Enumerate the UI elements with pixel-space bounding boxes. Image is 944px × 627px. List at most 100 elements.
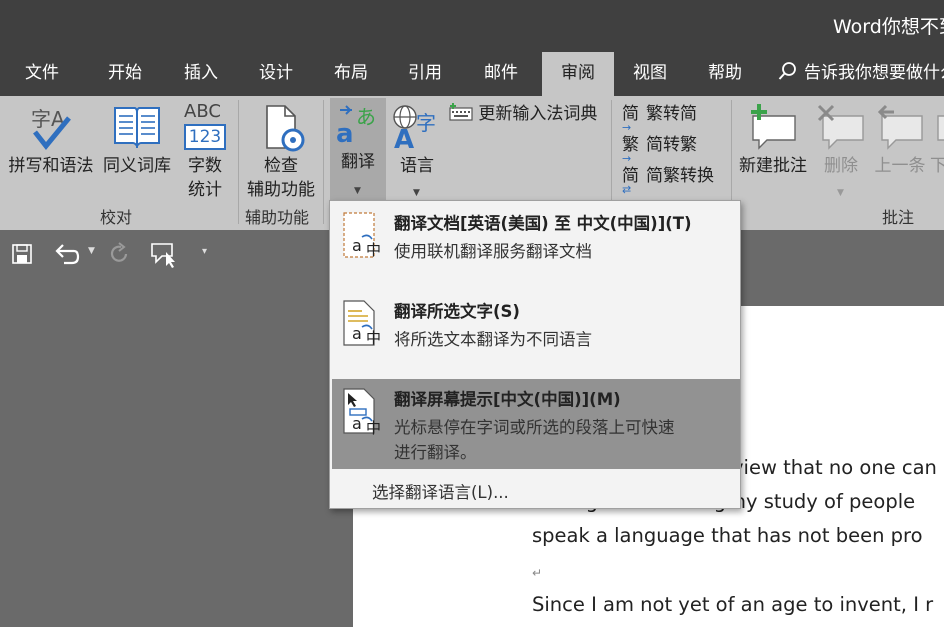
previous-label: 上一条 bbox=[874, 156, 926, 176]
translate-dropdown-icon: ▼ bbox=[354, 186, 361, 196]
translate-icon-letter: a bbox=[336, 119, 354, 149]
delete-dropdown-icon: ▼ bbox=[837, 188, 844, 198]
paragraph-mark: ↵ bbox=[532, 566, 543, 580]
doc-line-1: view that no one can bbox=[732, 456, 937, 479]
language-label: 语言 bbox=[400, 156, 434, 176]
delete-comment-button[interactable]: 删除 ▼ bbox=[815, 100, 867, 200]
svg-text:字: 字 bbox=[416, 111, 436, 135]
translate-document-icon: a 中 bbox=[343, 212, 381, 259]
menu-item-translate-selection[interactable]: a 中 翻译所选文字(S) 将所选文本翻译为不同语言 bbox=[332, 291, 740, 379]
menu-item-desc-line-2: 进行翻译。 bbox=[394, 443, 477, 462]
trad-to-simp-button[interactable]: 简 → 繁转简 bbox=[622, 103, 697, 134]
undo-icon[interactable] bbox=[54, 243, 80, 265]
delete-label: 删除 bbox=[824, 156, 858, 176]
translate-selection-icon: a 中 bbox=[343, 300, 381, 347]
group-separator bbox=[238, 100, 239, 224]
translate-button[interactable]: a あ 翻译 ▼ bbox=[330, 98, 386, 202]
menu-item-translate-screentip[interactable]: a 中 翻译屏幕提示[中文(中国)](M) 光标悬停在字词或所选的段落上可快速 … bbox=[332, 379, 740, 469]
translate-menu: a 中 翻译文档[英语(美国) 至 中文(中国)](T) 使用联机翻译服务翻译文… bbox=[329, 200, 741, 509]
save-icon[interactable] bbox=[12, 244, 32, 264]
thesaurus-label: 同义词库 bbox=[103, 156, 171, 176]
svg-text:A: A bbox=[394, 125, 414, 150]
new-comment-label: 新建批注 bbox=[739, 156, 807, 176]
title-bar: Word你想不到 bbox=[0, 0, 944, 52]
window-title: Word你想不到 bbox=[833, 16, 944, 38]
menu-item-title: 翻译屏幕提示[中文(中国)](M) bbox=[394, 390, 621, 409]
translate-selection-icon-a: a bbox=[352, 324, 362, 343]
menu-item-desc: 将所选文本翻译为不同语言 bbox=[394, 330, 592, 349]
menu-item-desc-line-1: 光标悬停在字词或所选的段落上可快速 bbox=[394, 418, 675, 437]
new-comment-button[interactable]: 新建批注 bbox=[735, 100, 811, 200]
check-accessibility-button[interactable]: 检查 辅助功能 bbox=[243, 100, 319, 200]
word-count-label-2: 统计 bbox=[188, 180, 222, 200]
tell-me-label: 告诉我你想要做什么 bbox=[804, 63, 944, 83]
undo-dropdown-icon[interactable]: ▼ bbox=[88, 246, 95, 256]
spelling-check-icon: 字A bbox=[31, 107, 71, 150]
thesaurus-button[interactable]: 同义词库 bbox=[99, 100, 175, 200]
touch-mode-icon[interactable] bbox=[150, 242, 178, 268]
menu-item-choose-language[interactable]: 选择翻译语言(L)... bbox=[372, 479, 509, 503]
tab-help[interactable]: 帮助 bbox=[708, 52, 742, 96]
translate-document-icon-a: a bbox=[352, 236, 362, 255]
tell-me-search[interactable]: 告诉我你想要做什么 bbox=[778, 52, 944, 96]
translate-screentip-icon-zhong: 中 bbox=[366, 419, 381, 437]
previous-comment-button[interactable]: 上一条 bbox=[870, 100, 930, 200]
doc-line-4: Since I am not yet of an age to invent, … bbox=[532, 593, 934, 616]
group-separator bbox=[323, 100, 324, 224]
simp-to-trad-icon: 繁 → bbox=[622, 135, 639, 165]
tab-references[interactable]: 引用 bbox=[408, 52, 442, 96]
next-comment-button[interactable]: 下 bbox=[930, 100, 944, 200]
translate-selection-icon-zhong: 中 bbox=[366, 329, 381, 347]
next-label: 下 bbox=[930, 156, 944, 176]
tab-home[interactable]: 开始 bbox=[108, 52, 142, 96]
word-count-abc: ABC bbox=[184, 101, 221, 122]
group-label-accessibility: 辅助功能 bbox=[245, 208, 310, 227]
tab-mailings[interactable]: 邮件 bbox=[484, 52, 518, 96]
tab-insert[interactable]: 插入 bbox=[184, 52, 218, 96]
menu-item-desc: 使用联机翻译服务翻译文档 bbox=[394, 242, 592, 261]
simp-to-trad-label: 简转繁 bbox=[646, 135, 697, 155]
accessibility-icon bbox=[266, 105, 305, 152]
menu-item-title: 翻译文档[英语(美国) 至 中文(中国)](T) bbox=[394, 214, 692, 233]
simp-to-trad-button[interactable]: 繁 → 简转繁 bbox=[622, 134, 697, 165]
update-ime-dictionary-button[interactable]: 更新输入法词典 bbox=[449, 103, 597, 125]
delete-comment-icon bbox=[817, 104, 864, 150]
group-label-proofing: 校对 bbox=[100, 208, 133, 227]
translate-document-icon-zhong: 中 bbox=[366, 241, 381, 259]
translate-label: 翻译 bbox=[341, 152, 375, 172]
translate-screentip-icon: a 中 bbox=[343, 388, 381, 437]
keyboard-icon bbox=[449, 103, 473, 121]
tab-design[interactable]: 设计 bbox=[259, 52, 293, 96]
check-label-2: 辅助功能 bbox=[247, 180, 315, 200]
ribbon-tabs: 文件 开始 插入 设计 布局 引用 邮件 审阅 视图 帮助 告诉我你想要做什么 bbox=[0, 52, 944, 96]
tab-review[interactable]: 审阅 bbox=[542, 52, 614, 96]
word-count-label-1: 字数 bbox=[188, 156, 222, 176]
tab-view[interactable]: 视图 bbox=[633, 52, 667, 96]
simp-trad-convert-icon: 简 ⇄ bbox=[622, 166, 639, 196]
language-button[interactable]: A 字 语言 ▼ bbox=[390, 100, 444, 200]
translate-screentip-icon-a: a bbox=[352, 414, 362, 433]
simp-trad-convert-button[interactable]: 简 ⇄ 简繁转换 bbox=[622, 165, 714, 196]
svg-text:あ: あ bbox=[356, 105, 376, 129]
doc-line-3: speak a language that has not been pro bbox=[532, 524, 923, 547]
search-icon bbox=[778, 62, 796, 80]
spelling-label: 拼写和语法 bbox=[8, 156, 94, 176]
spelling-grammar-button[interactable]: 字A 拼写和语法 bbox=[5, 100, 97, 200]
tab-file[interactable]: 文件 bbox=[25, 52, 59, 96]
language-globe-icon: A 字 bbox=[393, 105, 436, 150]
trad-to-simp-icon: 简 → bbox=[622, 104, 639, 134]
update-ime-label: 更新输入法词典 bbox=[478, 104, 598, 124]
group-label-comments: 批注 bbox=[882, 208, 915, 227]
customize-qat-icon[interactable]: ▾ bbox=[202, 246, 207, 257]
new-comment-icon bbox=[751, 104, 796, 150]
menu-item-translate-document[interactable]: a 中 翻译文档[英语(美国) 至 中文(中国)](T) 使用联机翻译服务翻译文… bbox=[332, 203, 740, 291]
simp-trad-convert-label: 简繁转换 bbox=[646, 166, 714, 186]
word-count-123: 123 bbox=[184, 124, 226, 150]
previous-comment-icon bbox=[877, 104, 923, 150]
menu-item-title: 翻译所选文字(S) bbox=[394, 302, 520, 321]
trad-to-simp-label: 繁转简 bbox=[646, 104, 697, 124]
book-icon bbox=[114, 107, 160, 148]
tab-layout[interactable]: 布局 bbox=[334, 52, 368, 96]
word-count-button[interactable]: ABC 123 字数 统计 bbox=[180, 100, 230, 200]
redo-icon[interactable] bbox=[108, 242, 132, 266]
